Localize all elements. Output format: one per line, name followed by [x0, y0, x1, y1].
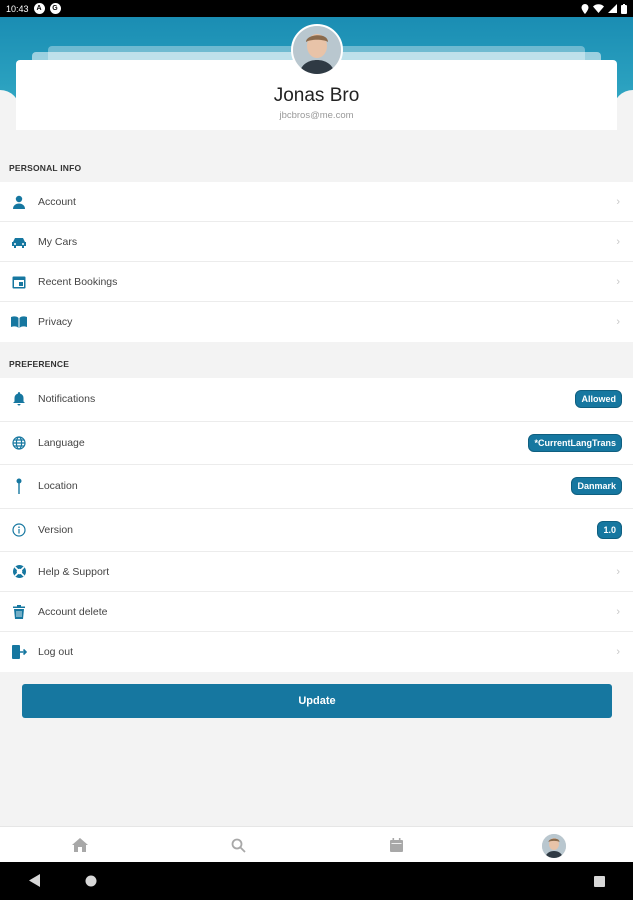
profile-email: jbcbros@me.com — [279, 110, 354, 121]
car-icon — [11, 234, 27, 250]
info-icon — [11, 522, 27, 538]
chevron-right-icon: › — [616, 316, 620, 328]
row-label: My Cars — [38, 235, 78, 248]
calendar-nav-icon[interactable] — [387, 836, 405, 854]
row-label: Help & Support — [38, 565, 110, 578]
bottom-navigation — [0, 826, 633, 862]
row-notifications[interactable]: Notifications Allowed — [0, 378, 633, 422]
row-account[interactable]: Account › — [0, 182, 633, 222]
profile-name: Jonas Bro — [273, 85, 360, 106]
chevron-right-icon: › — [616, 195, 620, 208]
notifications-status-badge: Allowed — [575, 390, 622, 409]
row-label: Notifications — [38, 393, 96, 406]
row-language[interactable]: Language *CurrentLangTrans — [0, 422, 633, 465]
row-log-out[interactable]: Log out › — [0, 632, 633, 672]
row-label: Account — [38, 195, 76, 208]
version-badge: 1.0 — [597, 520, 622, 539]
calendar-icon — [11, 274, 27, 290]
personal-info-list: Account › My Cars › Recent Bookings › Pr… — [0, 182, 633, 342]
row-label: Location — [38, 480, 78, 493]
chevron-right-icon: › — [616, 646, 620, 658]
row-label: Language — [38, 436, 85, 449]
battery-icon — [621, 3, 627, 14]
back-icon[interactable] — [29, 874, 41, 892]
chevron-right-icon: › — [616, 275, 620, 288]
row-recent-bookings[interactable]: Recent Bookings › — [0, 262, 633, 302]
wifi-icon — [593, 4, 604, 13]
logout-icon — [11, 644, 27, 660]
section-title-personal-info: PERSONAL INFO — [9, 163, 82, 173]
row-label: Recent Bookings — [38, 275, 118, 288]
row-account-delete[interactable]: Account delete › — [0, 592, 633, 632]
status-time: 10:43 — [6, 3, 29, 14]
signal-icon — [608, 4, 617, 13]
recents-icon[interactable] — [594, 874, 605, 892]
profile-nav-avatar[interactable] — [542, 834, 566, 858]
row-privacy[interactable]: Privacy › — [0, 302, 633, 342]
location-status-icon — [581, 3, 589, 14]
book-icon — [11, 314, 27, 330]
update-button[interactable]: Update — [22, 684, 612, 718]
preference-list: Notifications Allowed Language *CurrentL… — [0, 378, 633, 672]
chevron-right-icon: › — [616, 565, 620, 578]
profile-avatar[interactable] — [291, 24, 343, 76]
pin-icon — [11, 478, 27, 495]
notification-a-icon: A — [33, 3, 45, 14]
globe-icon — [11, 435, 27, 451]
person-icon — [11, 194, 27, 210]
row-label: Log out — [38, 646, 74, 658]
row-label: Privacy — [38, 316, 73, 328]
status-bar: 10:43 A G — [0, 0, 633, 17]
chevron-right-icon: › — [616, 235, 620, 248]
row-version[interactable]: Version 1.0 — [0, 509, 633, 552]
system-navigation-bar — [0, 862, 633, 900]
row-label: Account delete — [38, 605, 108, 618]
trash-icon — [11, 604, 27, 620]
home-icon[interactable] — [71, 836, 89, 854]
location-badge: Danmark — [571, 477, 622, 496]
section-title-preference: PREFERENCE — [9, 359, 70, 369]
language-badge: *CurrentLangTrans — [528, 433, 622, 452]
row-label: Version — [38, 523, 74, 536]
row-location[interactable]: Location Danmark — [0, 465, 633, 509]
notification-g-icon: G — [49, 3, 61, 14]
row-my-cars[interactable]: My Cars › — [0, 222, 633, 262]
lifebuoy-icon — [11, 564, 27, 580]
avatar-small-photo-icon — [542, 834, 566, 858]
avatar-photo-icon — [293, 26, 341, 74]
row-help-support[interactable]: Help & Support › — [0, 552, 633, 592]
bell-icon — [11, 391, 27, 407]
search-icon[interactable] — [229, 836, 247, 854]
home-system-icon[interactable] — [85, 874, 97, 892]
chevron-right-icon: › — [616, 605, 620, 618]
